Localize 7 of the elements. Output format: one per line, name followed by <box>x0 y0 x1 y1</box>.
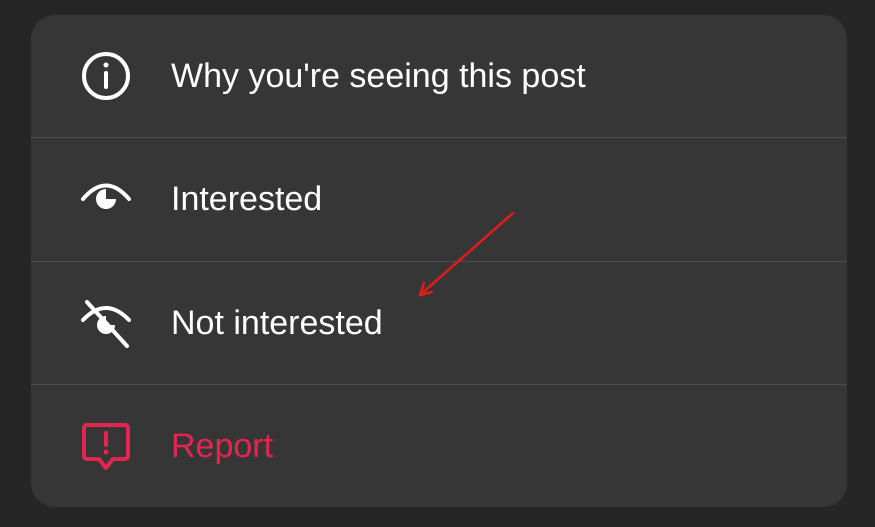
menu-item-label: Interested <box>171 179 322 220</box>
menu-item[interactable]: Why you're seeing this post <box>31 15 847 138</box>
menu-item-label: Why you're seeing this post <box>171 56 586 96</box>
menu-item-label: Report <box>171 426 274 466</box>
menu-item-label: Not interested <box>171 302 383 343</box>
menu-item[interactable]: Not interested <box>31 262 847 385</box>
menu-item[interactable]: Interested <box>31 138 847 262</box>
